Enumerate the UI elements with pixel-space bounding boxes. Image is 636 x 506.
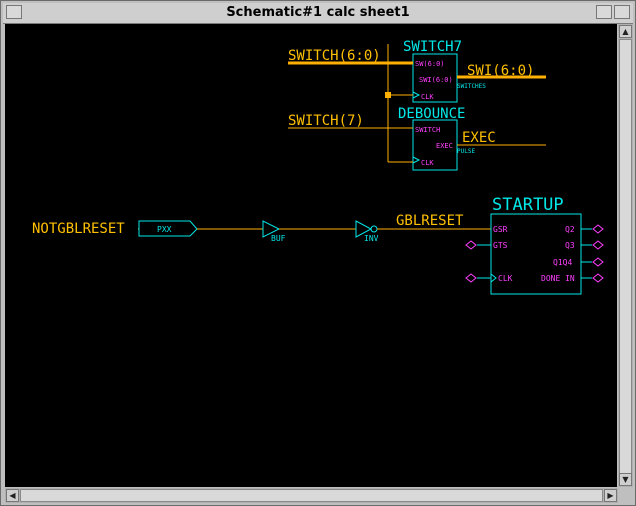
net-label-notglbreset[interactable]: NOTGBLRESET (32, 221, 125, 237)
startup-name: STARTUP (492, 195, 564, 215)
debounce-pin-out: EXEC (436, 142, 453, 150)
q3-port-marker (592, 240, 604, 250)
schematic-canvas[interactable]: SWITCH7 SW(6:0) SWI(6:0) SWITCHES CLK DE… (5, 24, 617, 487)
clk-port-marker (465, 273, 477, 283)
net-label-swi-bus[interactable]: SWI(6:0) (467, 63, 534, 79)
title-bar[interactable]: Schematic#1 calc sheet1 (3, 3, 633, 24)
horizontal-scrollbar[interactable]: ◀ ▶ (5, 488, 618, 503)
startup-pin-q3: Q3 (565, 241, 575, 250)
vertical-scrollbar[interactable]: ▲ ▼ (618, 24, 633, 487)
startup-pin-done-in: DONE IN (541, 274, 575, 283)
q2-port-marker (592, 224, 604, 234)
startup-block[interactable]: STARTUP GSR GTS CLK Q2 Q3 Q1Q4 DONE IN (490, 195, 582, 295)
startup-pin-q2: Q2 (565, 225, 575, 234)
startup-pin-gsr: GSR (493, 225, 508, 234)
q1q4-port-marker (592, 257, 604, 267)
switch7-pin-sub: SWITCHES (457, 83, 486, 90)
switch7-pin-in: SW(6:0) (415, 60, 445, 68)
schematic-window: Schematic#1 calc sheet1 SWITCH7 SW(6:0) … (0, 0, 636, 506)
junction-dot (385, 92, 391, 98)
debounce-clk-marker (412, 156, 421, 164)
switch7-name: SWITCH7 (403, 39, 462, 55)
scroll-left-arrow-icon[interactable]: ◀ (6, 489, 19, 502)
window-title: Schematic#1 calc sheet1 (226, 5, 410, 20)
buf-label: BUF (271, 234, 286, 243)
debounce-pin-in: SWITCH (415, 126, 440, 134)
maximize-button[interactable] (614, 5, 630, 19)
startup-clk-marker (490, 273, 497, 283)
schematic-drawing: SWITCH7 SW(6:0) SWI(6:0) SWITCHES CLK DE… (32, 39, 604, 295)
inv-label: INV (364, 234, 379, 243)
switch7-pin-clk: CLK (421, 93, 434, 101)
scroll-down-arrow-icon[interactable]: ▼ (619, 473, 632, 486)
startup-pin-clk: CLK (498, 274, 513, 283)
net-label-exec[interactable]: EXEC (462, 130, 496, 146)
buffer-gate[interactable]: BUF (262, 220, 286, 243)
debounce-pin-sub: PULSE (457, 148, 475, 155)
pad-pxx[interactable]: PXX (138, 220, 198, 237)
startup-pin-gts: GTS (493, 241, 508, 250)
debounce-pin-clk: CLK (421, 159, 434, 167)
gts-port-marker (465, 240, 477, 250)
vertical-scroll-thumb[interactable] (619, 39, 632, 479)
horizontal-scroll-thumb[interactable] (20, 489, 603, 502)
minimize-button[interactable] (596, 5, 612, 19)
switch7-clk-marker (412, 91, 421, 99)
scroll-right-arrow-icon[interactable]: ▶ (604, 489, 617, 502)
switch7-pin-out: SWI(6:0) (419, 76, 453, 84)
net-label-switch7[interactable]: SWITCH(7) (288, 113, 364, 129)
done-in-port-marker (592, 273, 604, 283)
net-label-glbreset[interactable]: GBLRESET (396, 213, 464, 229)
startup-connectors (465, 224, 604, 283)
startup-pin-q1q4: Q1Q4 (553, 258, 572, 267)
scroll-up-arrow-icon[interactable]: ▲ (619, 25, 632, 38)
inverter-gate[interactable]: INV (355, 220, 379, 243)
net-label-switch-bus[interactable]: SWITCH(6:0) (288, 48, 381, 64)
pad-label: PXX (157, 225, 172, 234)
